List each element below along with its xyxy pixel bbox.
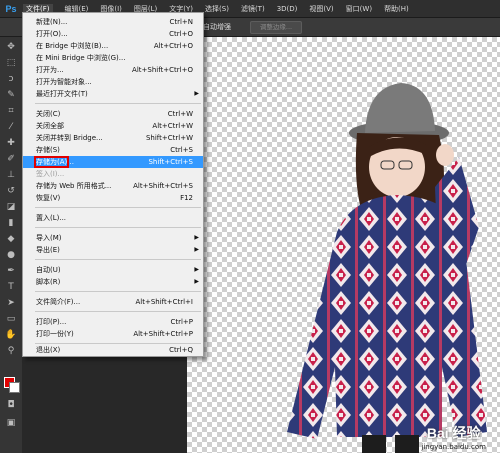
menu-item-save-for-web[interactable]: 存储为 Web 所用格式... Alt+Shift+Ctrl+S — [23, 180, 203, 192]
menu-separator — [35, 207, 201, 208]
submenu-arrow-icon: ▶ — [194, 246, 199, 253]
menu-item-close-all[interactable]: 关闭全部 Alt+Ctrl+W — [23, 120, 203, 132]
menu-item-export[interactable]: 导出(E) ▶ — [23, 244, 203, 256]
menu-item-new[interactable]: 新建(N)... Ctrl+N — [23, 16, 203, 28]
pen-tool-icon[interactable]: ✒ — [4, 265, 18, 277]
submenu-arrow-icon: ▶ — [194, 266, 199, 273]
quick-mask-icon[interactable]: ◘ — [4, 399, 18, 411]
lasso-tool-icon[interactable]: ↄ — [4, 73, 18, 85]
gradient-tool-icon[interactable]: ▮ — [4, 217, 18, 229]
tools-panel: ✥ ⬚ ↄ ✎ ⌗ ⁄ ✚ ✐ ⊥ ↺ ◪ ▮ ◆ ● ✒ T ➤ ▭ ✋ ⚲ … — [0, 37, 23, 453]
healing-brush-icon[interactable]: ✚ — [4, 137, 18, 149]
submenu-arrow-icon: ▶ — [194, 278, 199, 285]
menu-item-print[interactable]: 打印(P)... Ctrl+P — [23, 316, 203, 328]
history-brush-icon[interactable]: ↺ — [4, 185, 18, 197]
menu-item-print-one-copy[interactable]: 打印一份(Y) Alt+Shift+Ctrl+P — [23, 328, 203, 340]
menu-view[interactable]: 视图(V) — [309, 4, 333, 14]
menu-filter[interactable]: 滤镜(T) — [241, 4, 265, 14]
submenu-arrow-icon: ▶ — [194, 234, 199, 241]
menu-item-revert[interactable]: 恢复(V) F12 — [23, 192, 203, 204]
menu-item-close-go-bridge[interactable]: 关闭并转到 Bridge... Shift+Ctrl+W — [23, 132, 203, 144]
screen-mode-icon[interactable]: ▣ — [4, 417, 18, 429]
menu-item-import[interactable]: 导入(M) ▶ — [23, 232, 203, 244]
menu-separator — [35, 291, 201, 292]
zoom-tool-icon[interactable]: ⚲ — [4, 345, 18, 357]
background-color-swatch[interactable] — [9, 382, 20, 393]
auto-enhance-option[interactable]: 自动增强 — [203, 22, 231, 32]
menu-item-open-as[interactable]: 打开为... Alt+Shift+Ctrl+O — [23, 64, 203, 76]
save-as-highlight-box — [34, 156, 69, 168]
menu-item-browse-bridge[interactable]: 在 Bridge 中浏览(B)... Alt+Ctrl+O — [23, 40, 203, 52]
menu-help[interactable]: 帮助(H) — [384, 4, 409, 14]
menu-3d[interactable]: 3D(D) — [277, 5, 298, 13]
menu-item-automate[interactable]: 自动(U) ▶ — [23, 264, 203, 276]
menu-item-browse-mini-bridge[interactable]: 在 Mini Bridge 中浏览(G)... — [23, 52, 203, 64]
crop-tool-icon[interactable]: ⌗ — [4, 105, 18, 117]
submenu-arrow-icon: ▶ — [194, 90, 199, 97]
menu-item-open-smart-object[interactable]: 打开为智能对象... — [23, 76, 203, 88]
menu-item-file-info[interactable]: 文件简介(F)... Alt+Shift+Ctrl+I — [23, 296, 203, 308]
type-tool-icon[interactable]: T — [4, 281, 18, 293]
move-tool-icon[interactable]: ✥ — [4, 41, 18, 53]
refine-edge-button[interactable]: 调整边缘... — [250, 21, 302, 34]
dodge-tool-icon[interactable]: ● — [4, 249, 18, 261]
eyedropper-tool-icon[interactable]: ⁄ — [4, 121, 18, 133]
file-menu-dropdown: 新建(N)... Ctrl+N 打开(O)... Ctrl+O 在 Bridge 中… — [22, 12, 204, 357]
menu-item-scripts[interactable]: 脚本(R) ▶ — [23, 276, 203, 288]
brush-tool-icon[interactable]: ✐ — [4, 153, 18, 165]
marquee-tool-icon[interactable]: ⬚ — [4, 57, 18, 69]
menu-separator — [35, 103, 201, 104]
menu-window[interactable]: 窗口(W) — [346, 4, 372, 14]
menu-separator — [35, 227, 201, 228]
path-select-icon[interactable]: ➤ — [4, 297, 18, 309]
photoshop-logo: Ps — [5, 3, 17, 14]
eraser-tool-icon[interactable]: ◪ — [4, 201, 18, 213]
quick-select-tool-icon[interactable]: ✎ — [4, 89, 18, 101]
menu-select[interactable]: 选择(S) — [205, 4, 229, 14]
menu-item-check-in: 签入(I)... — [36, 170, 65, 178]
blur-tool-icon[interactable]: ◆ — [4, 233, 18, 245]
menu-item-recent-files[interactable]: 最近打开文件(T) ▶ — [23, 88, 203, 100]
menu-item-open[interactable]: 打开(O)... Ctrl+O — [23, 28, 203, 40]
shape-tool-icon[interactable]: ▭ — [4, 313, 18, 325]
menu-separator — [35, 311, 201, 312]
menu-item-exit[interactable]: 退出(X) Ctrl+Q — [23, 344, 203, 356]
menu-item-save[interactable]: 存储(S) Ctrl+S — [23, 144, 203, 156]
hand-tool-icon[interactable]: ✋ — [4, 329, 18, 341]
model-photo — [287, 83, 487, 453]
menu-separator — [35, 259, 201, 260]
clone-stamp-icon[interactable]: ⊥ — [4, 169, 18, 181]
menu-item-close[interactable]: 关闭(C) Ctrl+W — [23, 108, 203, 120]
document-canvas[interactable]: Bai 经验 jingyan.baidu.com — [187, 37, 500, 453]
baidu-watermark: Bai 经验 jingyan.baidu.com — [421, 425, 486, 451]
menu-item-place[interactable]: 置入(L)... — [23, 212, 203, 224]
